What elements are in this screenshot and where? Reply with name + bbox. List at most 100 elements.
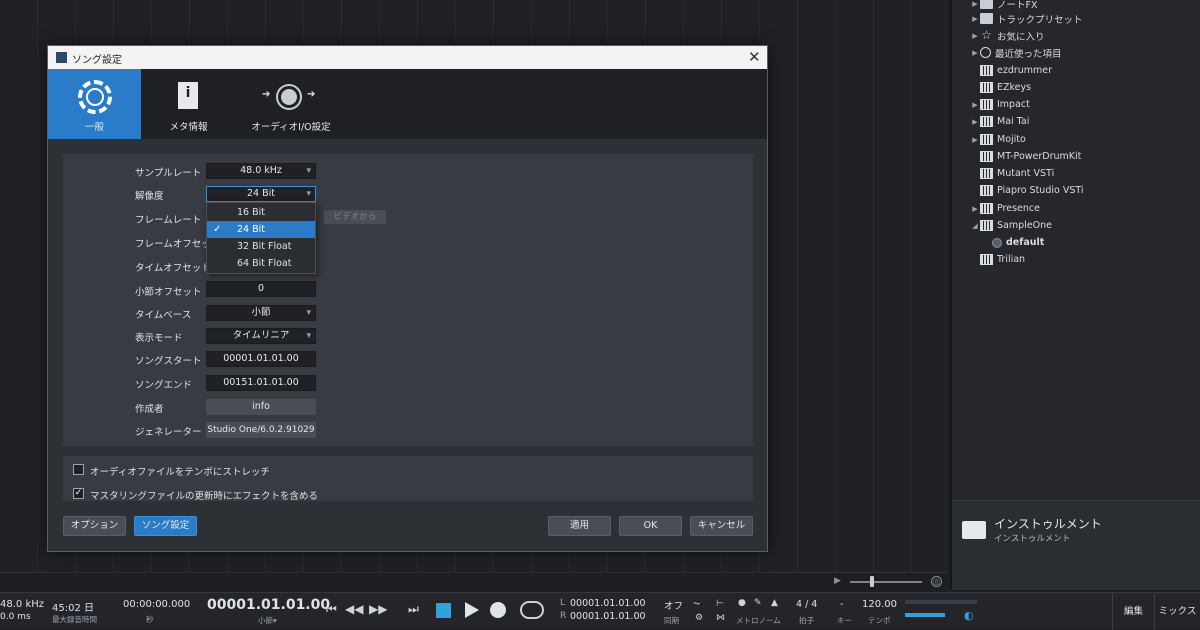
expand-arrow-icon[interactable]: ▶ [970,15,980,23]
browser-footer-subtitle: インストゥルメント [994,534,1071,544]
browser-item-piapro[interactable]: Piapro Studio VSTi [952,182,1200,199]
browser-item-mojito[interactable]: ▶ Mojito [952,131,1200,148]
metronome-icon[interactable]: ▲ [771,598,778,608]
sample-rate-select[interactable]: 48.0 kHz [206,163,316,179]
song-start-input[interactable]: 00001.01.01.00 [206,351,316,367]
scroll-right-icon[interactable]: ▶ [834,576,841,586]
browser-item-label: MT-PowerDrumKit [997,151,1082,162]
browser-item-label: default [1006,237,1045,248]
author-input[interactable]: info [206,399,316,415]
browser-item-label: EZkeys [997,82,1032,93]
browser-item-mutant-vsti[interactable]: Mutant VSTi [952,165,1200,182]
expand-arrow-icon[interactable]: ▶ [970,118,980,126]
tab-general[interactable]: 一般 [48,69,141,139]
expand-arrow-icon[interactable]: ▶ [970,0,980,8]
browser-item-ezdrummer[interactable]: ezdrummer [952,62,1200,79]
expand-arrow-icon[interactable]: ▶ [970,136,980,144]
dialog-titlebar[interactable]: ソング設定 ✕ [48,46,767,69]
rewind-icon[interactable]: ◀◀ [345,602,363,616]
timebase-selector[interactable]: 小節▾ [258,615,277,626]
go-to-end-icon[interactable]: ⏭ [408,602,419,617]
tempo-value[interactable]: 120.00 [862,599,897,610]
loop-icon[interactable] [520,601,544,619]
resolution-option-selected[interactable]: ✓ 24 Bit [207,221,315,238]
ok-button[interactable]: OK [619,516,682,536]
expand-arrow-icon[interactable]: ▶ [970,49,980,57]
app-icon [56,52,67,63]
browser-item-label: トラックプリセット [997,14,1083,26]
fast-forward-icon[interactable]: ▶▶ [369,602,387,616]
timebase-label: タイムベース [135,310,192,321]
browser-item-sampleone[interactable]: ◢ SampleOne [952,217,1200,234]
browser-item-ezkeys[interactable]: EZkeys [952,79,1200,96]
mastering-effects-checkbox[interactable]: ✓ [73,488,84,499]
bar-offset-input[interactable]: 0 [206,281,316,297]
metronome-settings-icon[interactable]: ✎ [754,598,762,608]
resolution-option[interactable]: 64 Bit Float [207,255,315,272]
browser-item-mt-powerdrumkit[interactable]: MT-PowerDrumKit [952,148,1200,165]
browser-item-presence[interactable]: ▶ Presence [952,200,1200,217]
browser-item-label: 最近使った項目 [995,48,1062,60]
browser-item-track-presets[interactable]: ▶ トラックプリセット [952,10,1200,27]
zoom-slider-track[interactable] [850,581,922,583]
loop-end-display[interactable]: 00001.01.01.00 [570,611,646,622]
stop-icon[interactable] [436,603,451,618]
preroll-icon[interactable]: ⊢ [716,599,724,609]
key-value[interactable]: - [840,599,843,610]
info-document-icon: i [178,82,198,109]
zoom-fit-icon[interactable]: ◎ [931,576,942,587]
click-icon[interactable]: ● [738,598,746,608]
expand-arrow-icon[interactable]: ▶ [970,205,980,213]
collapse-arrow-icon[interactable]: ◢ [970,222,980,230]
expand-arrow-icon[interactable]: ▶ [970,32,980,40]
sync-label: 同期 [664,616,679,625]
piano-icon [980,220,993,231]
play-icon[interactable] [465,602,479,618]
tab-audio-io[interactable]: ➔ ➔ オーディオI/O設定 [236,69,346,139]
timebase-select[interactable]: 小節 [206,305,316,321]
stretch-audio-checkbox[interactable] [73,464,84,475]
bar-offset-label: 小節オフセット [135,287,202,298]
resolution-option[interactable]: 32 Bit Float [207,238,315,255]
return-to-zero-icon[interactable]: ⏮ [326,602,337,617]
sync-value[interactable]: オフ [664,598,683,612]
expand-arrow-icon[interactable]: ▶ [970,101,980,109]
resolution-option-label: 24 Bit [237,224,265,235]
record-icon[interactable] [490,602,506,618]
mix-view-button[interactable]: ミックス [1154,593,1200,630]
close-icon[interactable]: ✕ [748,48,761,66]
display-mode-select[interactable]: タイムリニア [206,328,316,344]
cancel-button[interactable]: キャンセル [690,516,753,536]
seconds-display[interactable]: 00:00:00.000 [123,599,190,610]
browser-item-trilian[interactable]: Trilian [952,251,1200,268]
browser-item-default-preset[interactable]: default [952,234,1200,251]
position-display[interactable]: 00001.01.01.00 [207,597,330,613]
loop-start-display[interactable]: 00001.01.01.00 [570,598,646,609]
from-video-button[interactable]: ビデオから [324,210,386,224]
arrange-scrollbar[interactable]: ▶ ◎ [0,572,948,590]
resolution-dropdown-list: 16 Bit ✓ 24 Bit 32 Bit Float 64 Bit Floa… [206,202,316,274]
settings-icon[interactable]: ⚙ [695,613,703,623]
options-button[interactable]: オプション [63,516,126,536]
browser-item-favorites[interactable]: ▶ ☆ お気に入り [952,27,1200,44]
time-signature[interactable]: 4 / 4 [796,599,817,610]
resolution-select[interactable]: 24 Bit [206,186,316,202]
author-label: 作成者 [135,404,164,415]
tab-meta-info[interactable]: i メタ情報 [141,69,236,139]
browser-item-recent[interactable]: ▶ 最近使った項目 [952,44,1200,61]
record-mode-icon[interactable]: ⋈ [716,613,725,623]
song-settings-button[interactable]: ソング設定 [134,516,197,536]
browser-item-impact[interactable]: ▶ Impact [952,96,1200,113]
precount-icon[interactable]: ⏦ [693,599,700,609]
edit-view-button[interactable]: 編集 [1112,593,1154,630]
sample-rate-display: 48.0 kHz [0,599,45,610]
browser-item-mai-tai[interactable]: ▶ Mai Tai [952,113,1200,130]
tab-label: メタ情報 [169,122,208,133]
zoom-slider-knob[interactable] [870,576,874,587]
key-label: キー [837,616,852,625]
apply-button[interactable]: 適用 [548,516,611,536]
performance-toggle-icon[interactable]: ◐ [964,609,974,622]
browser-item-label: SampleOne [997,220,1052,231]
song-end-input[interactable]: 00151.01.01.00 [206,375,316,391]
resolution-option[interactable]: 16 Bit [207,204,315,221]
